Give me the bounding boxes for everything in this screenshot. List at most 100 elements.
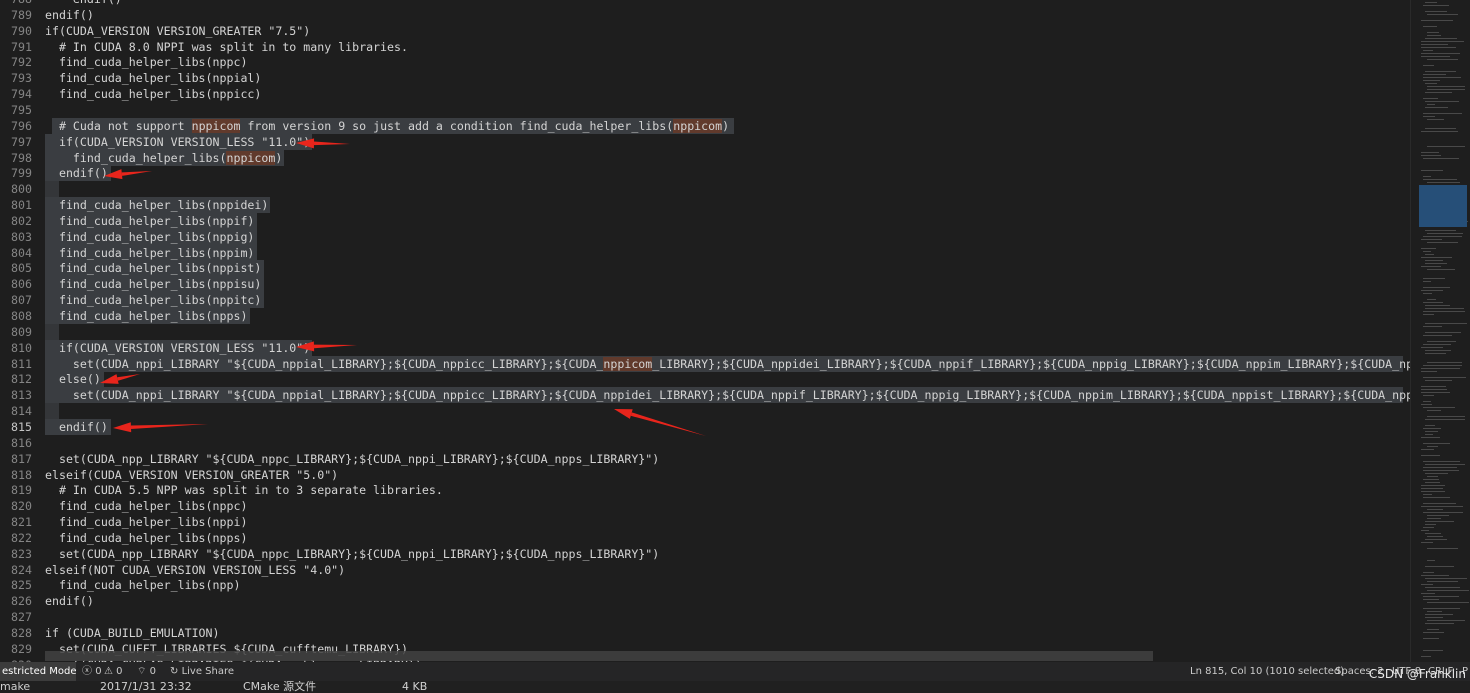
minimap-line <box>1423 497 1450 498</box>
minimap-line <box>1425 83 1437 84</box>
minimap-line <box>1421 488 1443 489</box>
code-line[interactable]: 811 set(CUDA_nppi_LIBRARY "${CUDA_nppial… <box>0 355 1410 372</box>
minimap-line <box>1423 116 1435 117</box>
minimap-line <box>1425 614 1453 615</box>
live-share-button[interactable]: ↻ Live Share <box>170 662 234 681</box>
code-line[interactable]: 823 set(CUDA_npp_LIBRARY "${CUDA_nppc_LI… <box>0 546 1410 562</box>
minimap-line <box>1425 305 1450 306</box>
line-number: 821 <box>11 515 32 530</box>
line-number: 796 <box>11 118 32 133</box>
code-line[interactable]: 819 # In CUDA 5.5 NPP was split in to 3 … <box>0 482 1410 498</box>
file-list-row[interactable]: make 2017/1/31 23:32 CMake 源文件 4 KB <box>0 681 1470 693</box>
code-line[interactable]: 802 find_cuda_helper_libs(nppif) <box>0 212 1410 229</box>
code-line[interactable]: 792 find_cuda_helper_libs(nppc) <box>0 54 1410 70</box>
line-number: 827 <box>11 610 32 625</box>
minimap-line <box>1421 584 1433 585</box>
code-line[interactable]: 795 <box>0 102 1410 118</box>
code-line[interactable]: 799 endif() <box>0 165 1410 182</box>
code-line[interactable]: 804 find_cuda_helper_libs(nppim) <box>0 244 1410 261</box>
minimap-line <box>1427 620 1465 621</box>
code-line[interactable]: 806 find_cuda_helper_libs(nppisu) <box>0 276 1410 293</box>
broadcast-icon: ⌔ <box>137 666 147 677</box>
minimap-line <box>1427 629 1439 630</box>
minimap-line <box>1425 263 1447 264</box>
code-line[interactable]: 790 if(CUDA_VERSION VERSION_GREATER "7.5"… <box>0 23 1410 39</box>
minimap-line <box>1423 179 1457 180</box>
minimap-line <box>1421 131 1458 132</box>
minimap-line <box>1423 278 1445 279</box>
line-number: 822 <box>11 530 32 545</box>
minimap-line <box>1425 2 1437 3</box>
minimap-line <box>1427 59 1458 60</box>
cursor-position[interactable]: Ln 815, Col 10 (1010 selected) <box>1190 662 1344 681</box>
minimap-line <box>1421 575 1449 576</box>
code-line[interactable]: 798 find_cuda_helper_libs(nppicom) <box>0 149 1410 166</box>
code-line[interactable]: 818 elseif(CUDA_VERSION VERSION_GREATER "… <box>0 467 1410 483</box>
ports-indicator[interactable]: ⌔ 0 <box>137 662 156 681</box>
code-line[interactable]: 805 find_cuda_helper_libs(nppist) <box>0 260 1410 277</box>
code-line[interactable]: 816 <box>0 435 1410 451</box>
warnings-indicator[interactable]: ⚠ 0 <box>104 662 123 681</box>
minimap-line <box>1427 536 1443 537</box>
code-text: find_cuda_helper_libs(nppif) <box>45 213 255 228</box>
minimap[interactable] <box>1410 0 1470 662</box>
code-line[interactable]: 822 find_cuda_helper_libs(npps) <box>0 530 1410 546</box>
horizontal-scrollbar[interactable] <box>45 651 1153 661</box>
code-line[interactable]: 803 find_cuda_helper_libs(nppig) <box>0 228 1410 245</box>
minimap-viewport[interactable] <box>1419 185 1467 227</box>
code-line[interactable]: 827 <box>0 609 1410 625</box>
errors-indicator[interactable]: ⓧ 0 <box>82 662 102 681</box>
minimap-line <box>1423 572 1434 573</box>
minimap-line <box>1421 257 1452 258</box>
code-line[interactable]: 810 if(CUDA_VERSION VERSION_LESS "11.0") <box>0 339 1410 356</box>
code-line[interactable]: 801 find_cuda_helper_libs(nppidei) <box>0 197 1410 214</box>
minimap-line <box>1423 158 1459 159</box>
minimap-line <box>1423 176 1431 177</box>
code-line[interactable]: 807 find_cuda_helper_libs(nppitc) <box>0 292 1410 309</box>
code-text: endif() <box>45 419 108 434</box>
minimap-line <box>1427 269 1455 270</box>
watermark: CSDN @Franklin <box>1368 667 1466 681</box>
restricted-mode-indicator[interactable]: estricted Mode <box>0 662 77 681</box>
code-line[interactable]: 793 find_cuda_helper_libs(nppial) <box>0 70 1410 86</box>
selection-highlight <box>45 323 59 340</box>
minimap-line <box>1427 86 1465 87</box>
code-line[interactable]: 825 find_cuda_helper_libs(npp) <box>0 577 1410 593</box>
code-line[interactable]: 820 find_cuda_helper_libs(nppc) <box>0 498 1410 514</box>
file-size: 4 KB <box>402 681 428 693</box>
code-line[interactable]: 796 # Cuda not support nppicom from vers… <box>0 117 1410 134</box>
code-line[interactable]: 791 # In CUDA 8.0 NPPI was split in to m… <box>0 39 1410 55</box>
code-editor[interactable]: 788 endif()789endif()790if(CUDA_VERSION … <box>0 0 1410 662</box>
code-line[interactable]: 824 elseif(NOT CUDA_VERSION VERSION_LESS … <box>0 562 1410 578</box>
line-number: 793 <box>11 71 32 86</box>
minimap-line <box>1421 290 1443 291</box>
code-line[interactable]: 808 find_cuda_helper_libs(npps) <box>0 308 1410 324</box>
minimap-line <box>1423 365 1462 366</box>
minimap-line <box>1423 281 1431 282</box>
code-line[interactable]: 826 endif() <box>0 593 1410 609</box>
code-line[interactable]: 797 if(CUDA_VERSION VERSION_LESS "11.0") <box>0 133 1410 150</box>
code-line[interactable]: 800 <box>0 181 1410 198</box>
code-line[interactable]: 817 set(CUDA_npp_LIBRARY "${CUDA_nppc_LI… <box>0 451 1410 467</box>
code-text: if (CUDA_BUILD_EMULATION) <box>45 626 220 640</box>
line-number: 824 <box>11 562 32 577</box>
minimap-line <box>1423 443 1450 444</box>
minimap-line <box>1425 353 1446 354</box>
minimap-line <box>1423 650 1443 651</box>
minimap-line <box>1427 32 1439 33</box>
error-icon: ⓧ <box>82 666 92 677</box>
code-line[interactable]: 821 find_cuda_helper_libs(nppi) <box>0 514 1410 530</box>
minimap-line <box>1425 533 1441 534</box>
minimap-line <box>1423 251 1431 252</box>
code-line[interactable]: 828 if (CUDA_BUILD_EMULATION) <box>0 625 1410 641</box>
code-line[interactable]: 815 endif() <box>0 418 1410 435</box>
code-line[interactable]: 809 <box>0 323 1410 340</box>
code-line[interactable]: 794 find_cuda_helper_libs(nppicc) <box>0 86 1410 102</box>
line-number: 807 <box>11 293 32 308</box>
code-line[interactable]: 812 else() <box>0 371 1410 388</box>
code-text: find_cuda_helper_libs(nppist) <box>45 261 262 276</box>
code-line[interactable]: 789 endif() <box>0 7 1410 23</box>
code-line[interactable]: 814 <box>0 403 1410 420</box>
code-text: find_cuda_helper_libs(nppitc) <box>45 293 262 308</box>
code-line[interactable]: 813 set(CUDA_nppi_LIBRARY "${CUDA_nppial… <box>0 387 1410 404</box>
